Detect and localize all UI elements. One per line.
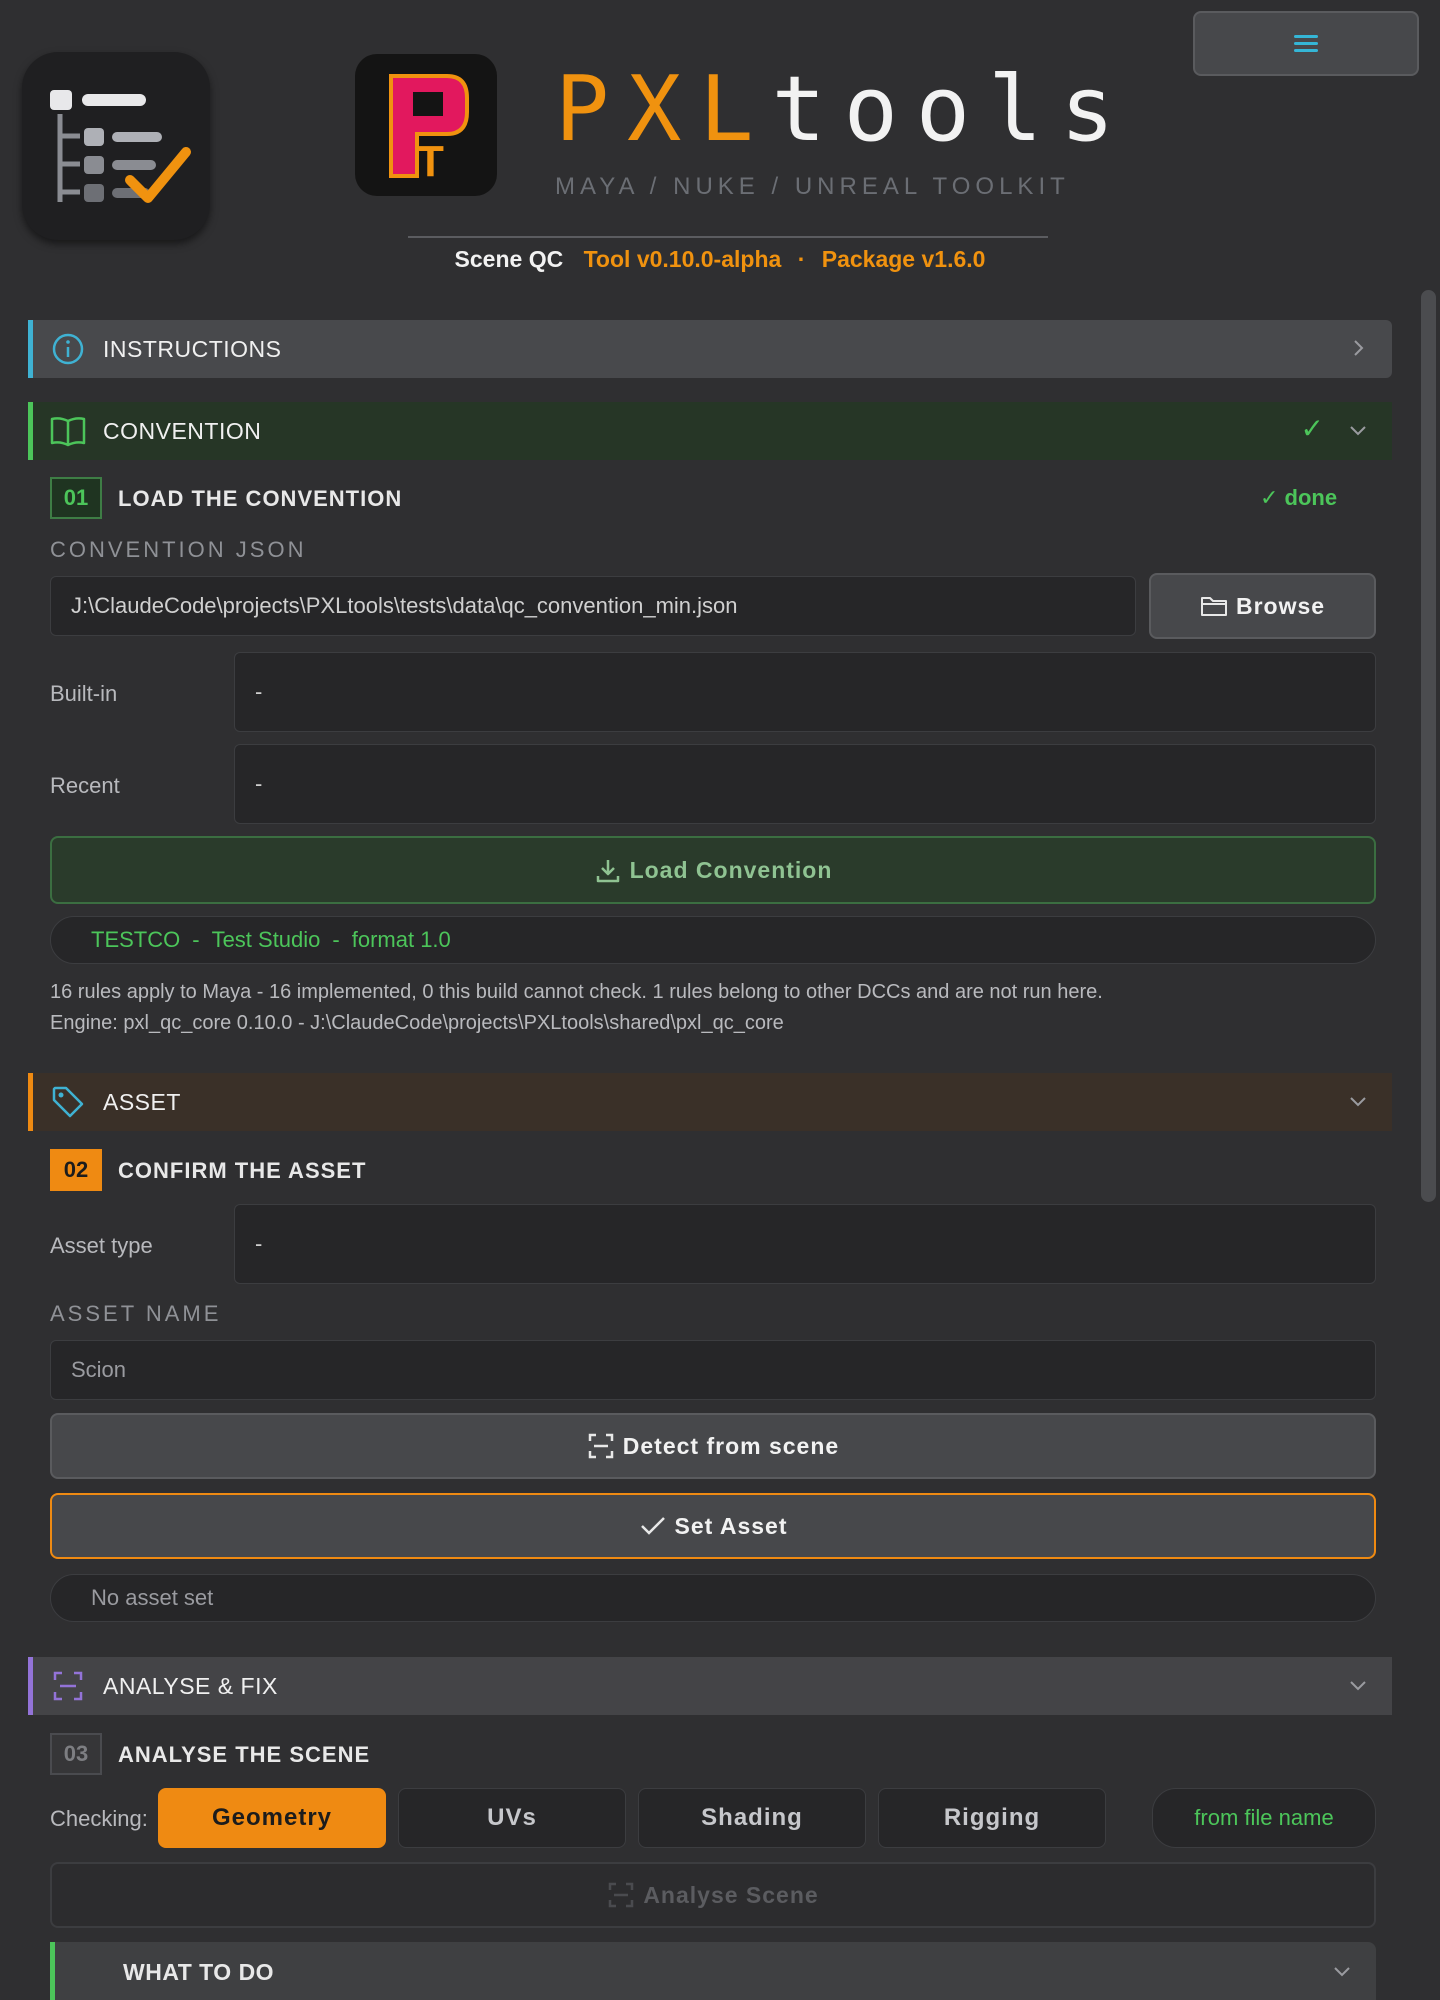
- book-icon: [49, 412, 87, 450]
- step-title: LOAD THE CONVENTION: [118, 486, 403, 511]
- what-to-do-title: WHAT TO DO: [123, 1959, 275, 1985]
- section-title: CONVENTION: [103, 417, 262, 444]
- chevron-right-icon: [1346, 336, 1370, 360]
- category-rigging-button[interactable]: Rigging: [878, 1788, 1106, 1848]
- tag-icon: [49, 1083, 87, 1121]
- convention-studio: Test Studio: [211, 927, 321, 952]
- asset-name-input[interactable]: Scion: [50, 1340, 1376, 1400]
- tool-version: Tool v0.10.0-alpha: [583, 246, 782, 272]
- package-version: Package v1.6.0: [821, 246, 986, 272]
- step-number: 03: [50, 1733, 102, 1775]
- step-number: 02: [50, 1149, 102, 1191]
- section-complete-check-icon: ✓: [1300, 413, 1324, 444]
- category-geometry-button[interactable]: Geometry: [158, 1788, 386, 1848]
- builtin-select[interactable]: -: [234, 652, 1376, 732]
- rules-info-text: 16 rules apply to Maya - 16 implemented,…: [50, 981, 1103, 1003]
- chevron-down-icon: [1346, 1089, 1370, 1113]
- convention-json-label: CONVENTION JSON: [50, 537, 307, 562]
- browse-label: Browse: [1235, 592, 1326, 619]
- check-icon: [639, 1512, 667, 1540]
- summary-separator: -: [332, 927, 340, 952]
- section-title: ANALYSE & FIX: [103, 1672, 278, 1699]
- section-title: ASSET: [103, 1088, 181, 1115]
- scan-icon: [607, 1881, 635, 1909]
- summary-separator: -: [192, 927, 200, 952]
- builtin-label: Built-in: [50, 681, 118, 706]
- scan-icon: [587, 1432, 615, 1460]
- brand-title: PXLtools: [555, 60, 1133, 160]
- info-icon: [49, 330, 87, 368]
- brand-tools: tools: [771, 57, 1133, 162]
- convention-code: TESTCO: [91, 927, 181, 952]
- version-line: Scene QC Tool v0.10.0-alpha · Package v1…: [0, 246, 1440, 273]
- analyse-scene-button[interactable]: Analyse Scene: [50, 1862, 1376, 1928]
- load-convention-button[interactable]: Load Convention: [50, 836, 1376, 904]
- section-title: INSTRUCTIONS: [103, 335, 282, 362]
- chevron-down-icon: [1346, 1673, 1370, 1697]
- set-asset-button[interactable]: Set Asset: [50, 1493, 1376, 1559]
- step-title: ANALYSE THE SCENE: [118, 1742, 371, 1767]
- category-uvs-button[interactable]: UVs: [398, 1788, 626, 1848]
- asset-name-label: ASSET NAME: [50, 1301, 222, 1326]
- convention-summary: TESTCO - Test Studio - format 1.0: [50, 916, 1376, 964]
- step-number: 01: [50, 477, 102, 519]
- scrollbar-thumb[interactable]: [1421, 290, 1436, 1202]
- asset-status: No asset set: [50, 1574, 1376, 1622]
- tool-name: Scene QC: [454, 246, 564, 272]
- section-asset[interactable]: ASSET: [28, 1073, 1392, 1131]
- analyse-scene-label: Analyse Scene: [643, 1881, 819, 1908]
- folder-icon: [1200, 592, 1228, 620]
- asset-type-label: Asset type: [50, 1233, 153, 1258]
- section-instructions[interactable]: INSTRUCTIONS: [28, 320, 1392, 378]
- browse-button[interactable]: Browse: [1149, 573, 1376, 639]
- step-title: CONFIRM THE ASSET: [118, 1158, 367, 1183]
- category-shading-button[interactable]: Shading: [638, 1788, 866, 1848]
- what-to-do-panel[interactable]: WHAT TO DO: [50, 1942, 1376, 2000]
- chevron-down-icon: [1330, 1959, 1354, 1983]
- brand-tagline: MAYA / NUKE / UNREAL TOOLKIT: [555, 173, 1070, 200]
- app-checklist-icon: [22, 52, 210, 240]
- set-asset-label: Set Asset: [674, 1512, 788, 1539]
- convention-format: format 1.0: [351, 927, 451, 952]
- asset-source-badge: from file name: [1152, 1788, 1376, 1848]
- pxltools-logo: T: [355, 54, 497, 196]
- recent-label: Recent: [50, 773, 120, 798]
- section-analyse-fix[interactable]: ANALYSE & FIX: [28, 1657, 1392, 1715]
- version-separator: ·: [797, 246, 806, 272]
- brand-pxl: PXL: [555, 57, 772, 162]
- download-icon: [594, 856, 622, 884]
- scan-icon: [49, 1667, 87, 1705]
- asset-type-select[interactable]: -: [234, 1204, 1376, 1284]
- checking-label: Checking:: [50, 1806, 148, 1831]
- load-convention-label: Load Convention: [629, 856, 833, 883]
- engine-info-text: Engine: pxl_qc_core 0.10.0 - J:\ClaudeCo…: [50, 1012, 784, 1034]
- section-convention[interactable]: CONVENTION ✓: [28, 402, 1392, 460]
- logo-letter-t: T: [417, 137, 444, 186]
- step-done-badge: ✓ done: [1260, 485, 1338, 510]
- menu-button[interactable]: [1193, 11, 1419, 76]
- chevron-down-icon: [1346, 418, 1370, 442]
- convention-path-input[interactable]: J:\ClaudeCode\projects\PXLtools\tests\da…: [50, 576, 1136, 636]
- detect-from-scene-button[interactable]: Detect from scene: [50, 1413, 1376, 1479]
- hamburger-icon: [1294, 34, 1318, 53]
- header-divider: [408, 236, 1048, 238]
- detect-label: Detect from scene: [622, 1432, 840, 1459]
- recent-select[interactable]: -: [234, 744, 1376, 824]
